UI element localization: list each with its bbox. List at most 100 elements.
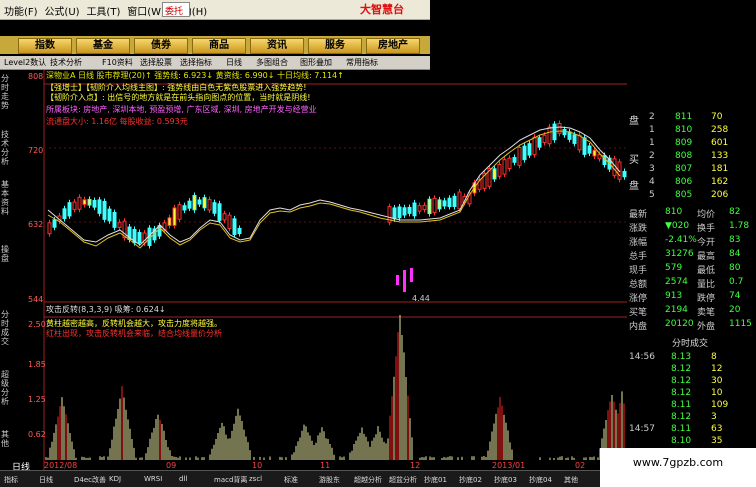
menu-tools[interactable]: 工具(T) [86,0,120,18]
tick-price: 8.12 [671,376,692,386]
candle-body [227,214,232,229]
book-price: 808 [675,151,693,161]
bottom-tab[interactable]: 抄底01 [424,475,447,485]
bottom-tab[interactable]: macd背离 [214,475,247,485]
bottom-tab[interactable]: 抄底04 [529,475,552,485]
tb-daily[interactable]: 日线 [226,57,242,68]
quote-stat-row: 总手 31276 最高 84 [627,249,756,262]
tab-tech[interactable]: 技术分析 [1,130,13,166]
order-input[interactable]: 委托 [162,2,190,17]
candle-body [427,198,432,215]
candle-body [537,137,542,148]
stat-value2: 84 [729,249,741,259]
candle-body [517,146,522,166]
stat-value: 810 [665,207,683,217]
bottom-tab[interactable]: KDJ [109,475,121,483]
cat-news-button[interactable]: 资讯 [250,38,304,54]
bottom-tab[interactable]: 指标 [4,475,18,485]
bottom-tab[interactable]: 游股东 [319,475,340,485]
candle-body [167,217,172,227]
indicator-title: 攻击反转(8,3,3,9) 吸筹: 0.624↓ [46,305,166,314]
quote-stat-row: 涨幅 -2.41% 今开 83 [627,235,756,248]
bottom-tab[interactable]: dll [179,475,187,483]
bottom-tab[interactable]: D4ec改善 [74,475,106,485]
cat-bond-button[interactable]: 债券 [134,38,188,54]
bottom-tab[interactable]: 抄底03 [494,475,517,485]
tab-other[interactable]: 其他 [1,430,13,448]
candle-body [217,203,222,221]
tick-volume: 3 [711,412,717,422]
ticks-title[interactable]: 分时成交 [627,336,756,349]
tick-price: 8.12 [671,364,692,374]
tick-time: 14:57 [629,424,655,434]
candle-body [582,137,587,155]
candle-body [452,195,457,207]
menu-function[interactable]: 功能(F) [4,0,38,18]
book-volume: 70 [711,112,723,122]
stat-value: 579 [665,263,683,273]
tb-overlay[interactable]: 图形叠加 [300,57,332,68]
cat-fund-button[interactable]: 基金 [76,38,130,54]
candle-body [437,199,442,210]
bottom-tab[interactable]: 其他 [564,475,578,485]
date-label: 11 [320,461,331,470]
book-price: 811 [675,112,693,122]
watermark: www.7gpzb.com [600,448,756,487]
menu-window[interactable]: 窗口(W) [127,0,165,18]
stat-key: 总额 [629,280,648,290]
candle-body [82,199,87,205]
bottom-tab[interactable]: zscl [249,475,262,483]
book-volume: 181 [711,164,729,174]
bottom-tab[interactable]: 抄底02 [459,475,482,485]
bottom-tab[interactable]: 标准 [284,475,298,485]
bottom-tab[interactable]: WRSI [144,475,162,483]
bottom-tab[interactable]: 超盆分析 [389,475,417,485]
tick-volume: 10 [711,388,723,398]
candle-body [417,205,422,212]
candle-body [577,134,582,151]
candle-body [407,206,412,214]
cat-commodity-button[interactable]: 商品 [192,38,246,54]
candle-body [107,208,112,222]
cat-service-button[interactable]: 服务 [308,38,362,54]
tab-super[interactable]: 超级分析 [1,370,13,406]
candle-body [502,159,507,175]
quote-panel: 盘 2 811 70 1 810 258 1 809 601 买 2 808 133 3 807 181 盘 4 80… [627,112,756,446]
bottom-tab[interactable]: 超越分析 [354,475,382,485]
tb-multi-chart[interactable]: 多图组合 [256,57,288,68]
date-label: 09 [166,461,177,470]
tb-common-indicator[interactable]: 常用指标 [346,57,378,68]
tb-tech-analysis[interactable]: 技术分析 [50,57,82,68]
date-label: 2013/01 [492,461,526,470]
stat-value: 2194 [665,305,688,315]
stat-value: 2574 [665,277,688,287]
book-level: 1 [649,125,655,135]
candle-body [397,206,402,219]
kline-svg[interactable] [0,70,627,470]
candle-body [187,200,192,209]
candle-body [207,199,212,211]
stat-value2: 80 [729,263,741,273]
bottom-tab[interactable]: 日线 [39,475,53,485]
cat-realestate-button[interactable]: 房地产 [366,38,420,54]
tab-ticks[interactable]: 分时成交 [1,310,13,346]
book-level: 5 [649,190,655,200]
tb-select-stock[interactable]: 选择股票 [140,57,172,68]
tab-fundamental[interactable]: 基本资料 [1,180,13,216]
quote-stat-row: 现手 579 最低 80 [627,263,756,276]
tab-intraday[interactable]: 分时走势 [1,74,13,110]
candle-body [137,232,142,244]
tb-f10[interactable]: F10资料 [102,57,133,68]
cat-index-button[interactable]: 指数 [18,38,72,54]
book-level: 1 [649,138,655,148]
stat-key: 涨跌 [629,224,648,234]
candle-body [592,149,597,157]
tb-level2[interactable]: Level2数认 [4,57,46,68]
tab-operate[interactable]: 操盘 [1,245,13,263]
menu-formula[interactable]: 公式(U) [44,0,79,18]
order-book-row: 3 807 181 [627,164,756,177]
tb-select-indicator[interactable]: 选择指标 [180,57,212,68]
candle-body [442,200,447,207]
candle-body [457,191,462,210]
toolbar: Level2数认 技术分析 F10资料 选择股票 选择指标 日线 多图组合 图形… [0,56,430,70]
